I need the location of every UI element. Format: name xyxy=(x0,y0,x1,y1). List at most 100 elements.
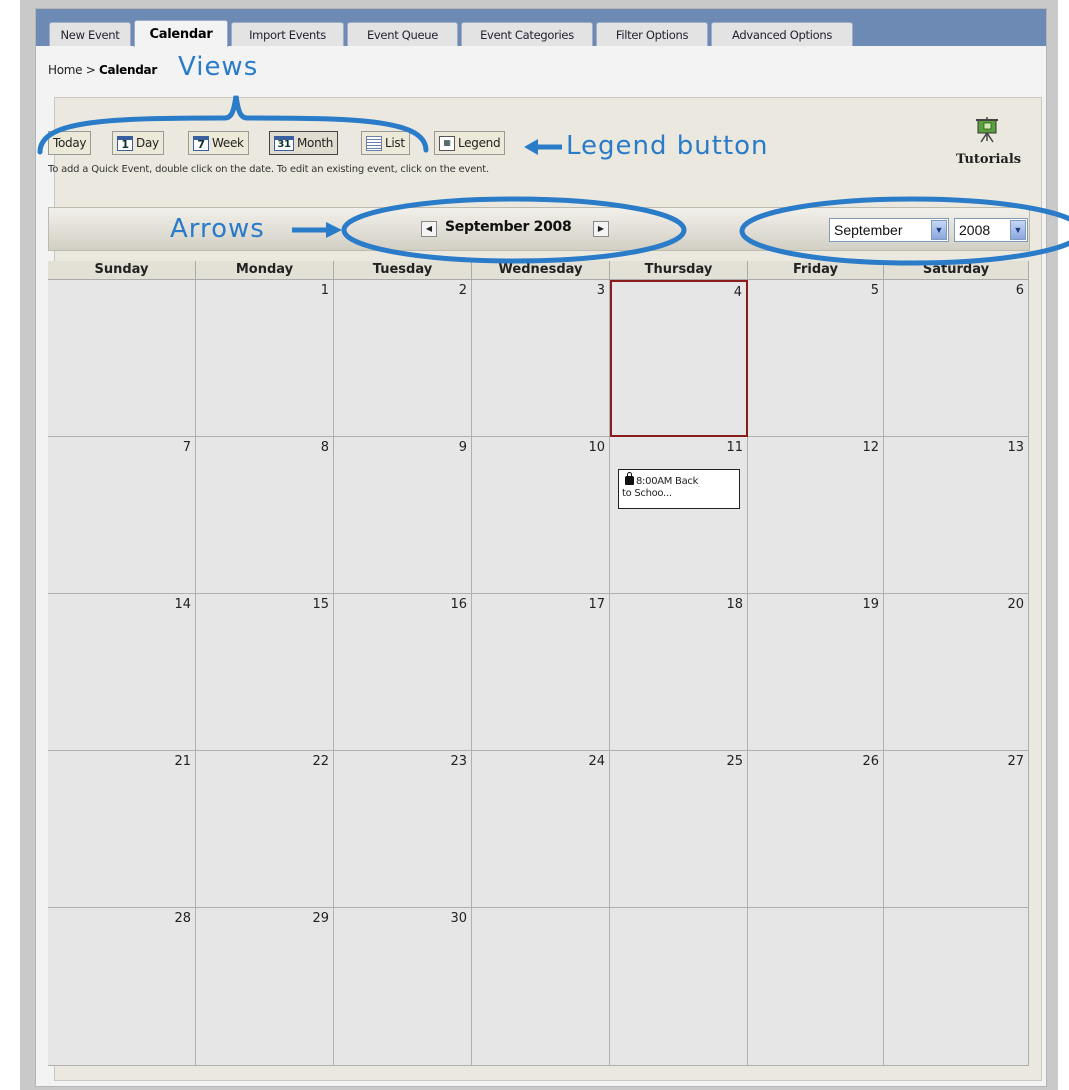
tab-event-queue[interactable]: Event Queue xyxy=(347,22,458,46)
day-cell[interactable]: 4 xyxy=(610,280,748,437)
breadcrumb: Home > Calendar xyxy=(48,63,157,77)
day-cell[interactable]: 15 xyxy=(196,594,334,751)
day-number: 7 xyxy=(182,440,191,455)
day-number: 28 xyxy=(174,911,191,926)
day-cell[interactable]: 7 xyxy=(48,437,196,594)
day-cell[interactable]: 12 xyxy=(748,437,884,594)
day-number: 20 xyxy=(1007,597,1024,612)
day-cell[interactable]: 19 xyxy=(748,594,884,751)
month-label: Month xyxy=(297,136,334,150)
day-number: 26 xyxy=(862,754,879,769)
day-cell[interactable]: 13 xyxy=(884,437,1029,594)
month-select-value: September xyxy=(834,222,903,238)
tab-event-categories[interactable]: Event Categories xyxy=(461,22,593,46)
breadcrumb-home[interactable]: Home xyxy=(48,63,83,77)
tab-bar: New Event Calendar Import Events Event Q… xyxy=(36,9,1046,47)
legend-icon: ▦ xyxy=(439,136,455,151)
day-number: 17 xyxy=(588,597,605,612)
day-number: 24 xyxy=(588,754,605,769)
annotation-arrows: Arrows xyxy=(170,214,265,244)
week-view-button[interactable]: 7 Week xyxy=(188,131,249,155)
day-cell[interactable]: 28 xyxy=(48,908,196,1066)
empty-day-cell xyxy=(472,908,610,1066)
weekday-header: Tuesday xyxy=(334,261,472,280)
month-select[interactable]: September ▼ xyxy=(829,218,949,242)
day-number: 1 xyxy=(320,283,329,298)
day-number: 14 xyxy=(174,597,191,612)
weekday-header: Monday xyxy=(196,261,334,280)
day-cell[interactable]: 17 xyxy=(472,594,610,751)
year-select[interactable]: 2008 ▼ xyxy=(954,218,1028,242)
day-number: 5 xyxy=(870,283,879,298)
weekday-header: Wednesday xyxy=(472,261,610,280)
year-select-value: 2008 xyxy=(959,222,991,238)
presentation-board-icon[interactable] xyxy=(975,117,999,143)
tab-advanced-options[interactable]: Advanced Options xyxy=(711,22,853,46)
day-number: 18 xyxy=(726,597,743,612)
day-cell[interactable]: 29 xyxy=(196,908,334,1066)
day-cell[interactable]: 6 xyxy=(884,280,1029,437)
tutorials-link[interactable]: Tutorials xyxy=(956,152,1021,167)
day-number: 22 xyxy=(312,754,329,769)
day-number: 9 xyxy=(458,440,467,455)
day-cell[interactable]: 8 xyxy=(196,437,334,594)
annotation-views: Views xyxy=(178,52,259,82)
day-number: 30 xyxy=(450,911,467,926)
month-calendar-icon: 31 xyxy=(274,136,294,151)
month-view-button[interactable]: 31 Month xyxy=(269,131,339,155)
tab-import-events[interactable]: Import Events xyxy=(231,22,344,46)
day-cell[interactable]: 9 xyxy=(334,437,472,594)
legend-button[interactable]: ▦ Legend xyxy=(434,131,506,155)
day-number: 6 xyxy=(1015,283,1024,298)
day-cell[interactable]: 5 xyxy=(748,280,884,437)
empty-day-cell xyxy=(610,908,748,1066)
week-label: Week xyxy=(212,136,244,150)
arrow-right-icon[interactable]: ▶ xyxy=(593,221,609,237)
day-cell[interactable]: 10 xyxy=(472,437,610,594)
chevron-down-icon[interactable]: ▼ xyxy=(931,220,947,240)
day-number: 2 xyxy=(458,283,467,298)
day-cell[interactable]: 16 xyxy=(334,594,472,751)
day-cell[interactable]: 27 xyxy=(884,751,1029,908)
day-number: 10 xyxy=(588,440,605,455)
weekday-header: Sunday xyxy=(48,261,196,280)
day-cell[interactable]: 18 xyxy=(610,594,748,751)
day-cell[interactable]: 2 xyxy=(334,280,472,437)
day-number: 27 xyxy=(1007,754,1024,769)
empty-day-cell xyxy=(48,280,196,437)
breadcrumb-current: Calendar xyxy=(99,63,157,77)
event-title-continued: to Schoo... xyxy=(622,488,672,499)
day-cell[interactable]: 26 xyxy=(748,751,884,908)
day-cell[interactable]: 23 xyxy=(334,751,472,908)
event-time-title: 8:00AM Back xyxy=(636,476,699,487)
tab-filter-options[interactable]: Filter Options xyxy=(596,22,708,46)
day-cell[interactable]: 14 xyxy=(48,594,196,751)
day-cell[interactable]: 21 xyxy=(48,751,196,908)
day-view-button[interactable]: 1 Day xyxy=(112,131,164,155)
day-number: 29 xyxy=(312,911,329,926)
day-cell[interactable]: 30 xyxy=(334,908,472,1066)
today-button[interactable]: Today xyxy=(48,131,92,155)
chevron-down-icon[interactable]: ▼ xyxy=(1010,220,1026,240)
day-number: 11 xyxy=(726,440,743,455)
day-cell[interactable]: 22 xyxy=(196,751,334,908)
day-cell[interactable]: 1 xyxy=(196,280,334,437)
list-view-button[interactable]: List xyxy=(361,131,410,155)
day-number: 23 xyxy=(450,754,467,769)
lock-icon xyxy=(625,472,634,485)
day-cell[interactable]: 24 xyxy=(472,751,610,908)
day-cell[interactable]: 20 xyxy=(884,594,1029,751)
day-number: 16 xyxy=(450,597,467,612)
day-cell[interactable]: 3 xyxy=(472,280,610,437)
day-calendar-icon: 1 xyxy=(117,136,133,151)
day-number: 25 xyxy=(726,754,743,769)
day-number: 8 xyxy=(320,440,329,455)
day-cell[interactable]: 11 8:00AM Back to Schoo... xyxy=(610,437,748,594)
tab-calendar[interactable]: Calendar xyxy=(134,20,228,47)
day-number: 3 xyxy=(596,283,605,298)
tab-new-event[interactable]: New Event xyxy=(49,22,131,46)
arrow-left-icon[interactable]: ◀ xyxy=(421,221,437,237)
weekday-header: Saturday xyxy=(884,261,1029,280)
calendar-event[interactable]: 8:00AM Back to Schoo... xyxy=(618,469,740,509)
day-cell[interactable]: 25 xyxy=(610,751,748,908)
